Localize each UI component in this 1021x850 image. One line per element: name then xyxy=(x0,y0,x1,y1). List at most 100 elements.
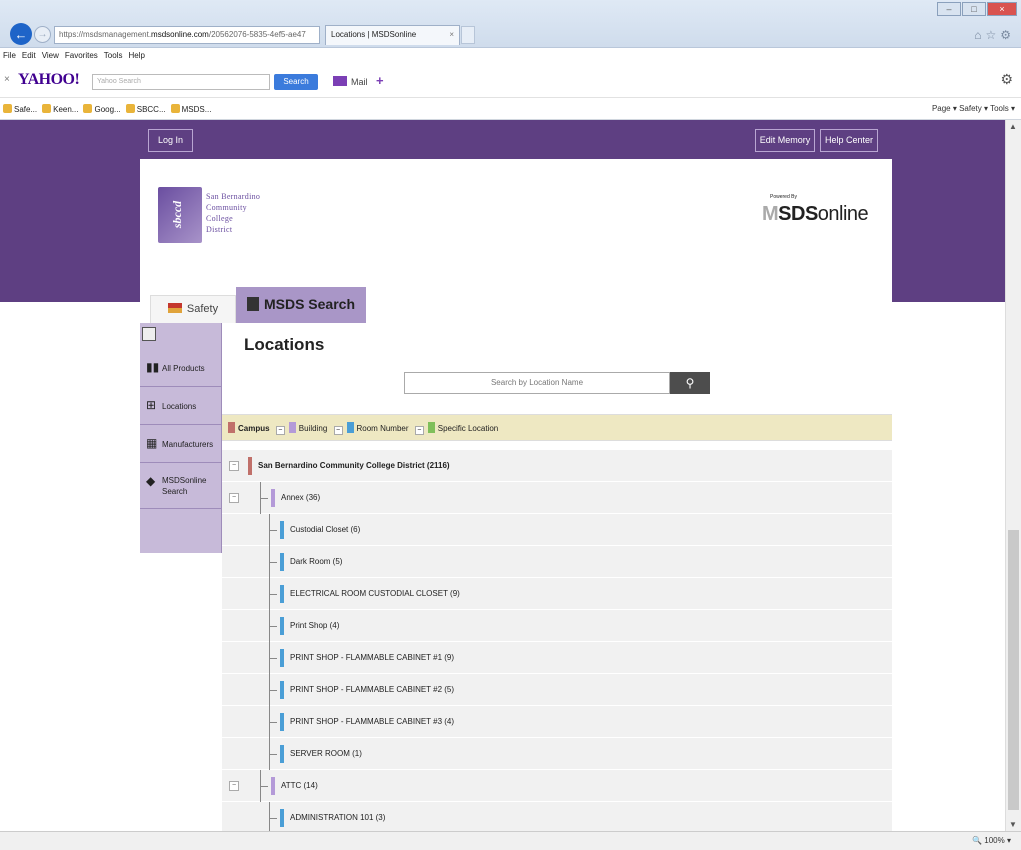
collapse-sidebar-icon[interactable] xyxy=(142,327,156,341)
menu-edit[interactable]: Edit xyxy=(22,51,36,60)
msdsonline-logo[interactable]: Powered By MSDSonline xyxy=(740,194,880,227)
yahoo-mail-button[interactable]: Mail xyxy=(333,74,368,90)
building-swatch xyxy=(288,422,296,433)
tree-row-level-2[interactable]: PRINT SHOP - FLAMMABLE CABINET #1 (9) xyxy=(222,642,892,674)
sidebar-item-locations[interactable]: ⊞ Locations xyxy=(140,387,222,425)
home-icon[interactable]: ⌂ xyxy=(974,28,985,42)
sidebar-item-manufacturers[interactable]: ▦ Manufacturers xyxy=(140,425,222,463)
scrollbar-thumb[interactable] xyxy=(1008,530,1019,810)
sidebar-item-all-products[interactable]: ▮▮ All Products xyxy=(140,349,222,387)
address-bar[interactable]: https://msdsmanagement.msdsonline.com/20… xyxy=(54,26,320,44)
tree-row-label: ATTC (14) xyxy=(281,781,318,790)
collapse-icon[interactable]: − xyxy=(275,426,285,435)
favorite-item[interactable]: Safe... xyxy=(3,104,37,114)
factory-icon: ▦ xyxy=(146,436,158,450)
login-button[interactable]: Log In xyxy=(148,129,193,152)
favorites-bar: Safe... Keen... Goog... SBCC... MSDS... … xyxy=(0,98,1021,120)
vertical-scrollbar[interactable]: ▲ ▼ xyxy=(1005,120,1021,831)
level-color-bar xyxy=(271,777,275,795)
district-logo-text: San Bernardino Community College Distric… xyxy=(206,191,260,235)
tree-row-label: PRINT SHOP - FLAMMABLE CABINET #1 (9) xyxy=(290,653,455,662)
tree-row-level-2[interactable]: ELECTRICAL ROOM CUSTODIAL CLOSET (9) xyxy=(222,578,892,610)
close-toolbar-icon[interactable]: × xyxy=(4,74,10,85)
level-color-bar xyxy=(280,521,284,539)
yahoo-search-input[interactable]: Yahoo Search xyxy=(92,74,270,90)
scroll-down-icon[interactable]: ▼ xyxy=(1009,820,1017,829)
collapse-toggle-icon[interactable]: − xyxy=(229,781,239,791)
level-color-bar xyxy=(280,713,284,731)
tree-row-level-2[interactable]: SERVER ROOM (1) xyxy=(222,738,892,770)
forward-button[interactable]: → xyxy=(34,26,51,43)
tree-row-level-2[interactable]: ADMINISTRATION 101 (3) xyxy=(222,802,892,831)
new-tab-button[interactable] xyxy=(461,26,475,44)
flag-icon xyxy=(167,303,182,313)
tree-row-label: PRINT SHOP - FLAMMABLE CABINET #2 (5) xyxy=(290,685,455,694)
sidebar-item-label: Manufacturers xyxy=(162,440,214,449)
logo-line: District xyxy=(206,225,233,234)
favorite-item[interactable]: SBCC... xyxy=(125,104,166,114)
menu-file[interactable]: File xyxy=(3,51,16,60)
favorite-item[interactable]: Goog... xyxy=(83,104,121,114)
menu-help[interactable]: Help xyxy=(128,51,144,60)
tree-row-level-1[interactable]: − Annex (36) xyxy=(222,482,892,514)
menu-tools[interactable]: Tools xyxy=(104,51,123,60)
add-icon[interactable]: + xyxy=(376,73,384,88)
tree-row-label: PRINT SHOP - FLAMMABLE CABINET #3 (4) xyxy=(290,717,455,726)
url-domain: msdsonline.com xyxy=(151,30,209,39)
tree-row-level-2[interactable]: Custodial Closet (6) xyxy=(222,514,892,546)
tree-row-label: Custodial Closet (6) xyxy=(290,525,361,534)
favorites-star-icon[interactable]: ☆ xyxy=(985,28,1000,42)
tab-msds-search[interactable]: MSDS Search xyxy=(236,287,366,323)
favorite-item[interactable]: MSDS... xyxy=(170,104,211,114)
tree-row-level-2[interactable]: PRINT SHOP - FLAMMABLE CABINET #2 (5) xyxy=(222,674,892,706)
menu-view[interactable]: View xyxy=(42,51,59,60)
district-logo[interactable]: sbccd San Bernardino Community College D… xyxy=(158,187,276,247)
minimize-icon[interactable]: – xyxy=(937,2,961,16)
collapse-toggle-icon[interactable]: − xyxy=(229,493,239,503)
back-button[interactable]: ← xyxy=(10,23,32,45)
menu-bar: File Edit View Favorites Tools Help xyxy=(0,48,1021,62)
campus-swatch xyxy=(228,422,235,433)
msds-diamond-icon: ◆ xyxy=(146,474,156,488)
tree-row-label: San Bernardino Community College Distric… xyxy=(258,461,450,470)
tree-connector-line xyxy=(269,626,277,627)
settings-icon[interactable]: ⚙ xyxy=(1000,28,1015,42)
tree-row-label: SERVER ROOM (1) xyxy=(290,749,362,758)
browser-tab[interactable]: Locations | MSDSonline × xyxy=(325,25,460,45)
tree-row-level-2[interactable]: PRINT SHOP - FLAMMABLE CABINET #3 (4) xyxy=(222,706,892,738)
level-color-bar xyxy=(248,457,252,475)
zoom-level[interactable]: 🔍 100% ▾ xyxy=(972,836,1011,845)
favorite-item[interactable]: Keen... xyxy=(42,104,78,114)
maximize-icon[interactable]: □ xyxy=(962,2,986,16)
tab-safety-center[interactable]: Safety Center xyxy=(150,295,236,341)
menu-favorites[interactable]: Favorites xyxy=(65,51,98,60)
sidebar-item-label: Locations xyxy=(162,402,197,411)
command-bar[interactable]: Page ▾ Safety ▾ Tools ▾ xyxy=(932,104,1015,113)
help-center-button[interactable]: Help Center xyxy=(820,129,878,152)
level-color-bar xyxy=(271,489,275,507)
edit-memory-button[interactable]: Edit Memory xyxy=(755,129,815,152)
tree-row-level-2[interactable]: Dark Room (5) xyxy=(222,546,892,578)
district-logo-mark: sbccd xyxy=(158,187,202,243)
collapse-icon[interactable]: − xyxy=(414,426,424,435)
content-panel: sbccd San Bernardino Community College D… xyxy=(140,159,892,831)
yahoo-logo[interactable]: YAHOO! xyxy=(18,71,80,89)
yahoo-search-button[interactable]: Search xyxy=(274,74,318,90)
tree-row-level-1[interactable]: − ATTC (14) xyxy=(222,770,892,802)
books-icon: ▮▮ xyxy=(146,360,160,374)
collapse-toggle-icon[interactable]: − xyxy=(229,461,239,471)
location-search-input[interactable]: Search by Location Name xyxy=(404,372,670,394)
url-prefix: https://msdsmanagement. xyxy=(59,30,152,39)
close-tab-icon[interactable]: × xyxy=(449,26,454,44)
gear-icon[interactable]: ⚙ xyxy=(1000,71,1013,88)
sidebar-item-msdsonline-search[interactable]: ◆ MSDSonline Search xyxy=(140,463,222,509)
room-swatch xyxy=(346,422,354,433)
scroll-up-icon[interactable]: ▲ xyxy=(1009,122,1017,131)
tree-row-level-2[interactable]: Print Shop (4) xyxy=(222,610,892,642)
close-window-icon[interactable]: × xyxy=(987,2,1017,16)
search-icon[interactable]: ⚲ xyxy=(670,372,710,394)
tree-row-level-0[interactable]: − San Bernardino Community College Distri… xyxy=(222,450,892,482)
level-color-bar xyxy=(280,745,284,763)
collapse-icon[interactable]: − xyxy=(333,426,343,435)
msds-brand-rest: online xyxy=(817,203,869,225)
